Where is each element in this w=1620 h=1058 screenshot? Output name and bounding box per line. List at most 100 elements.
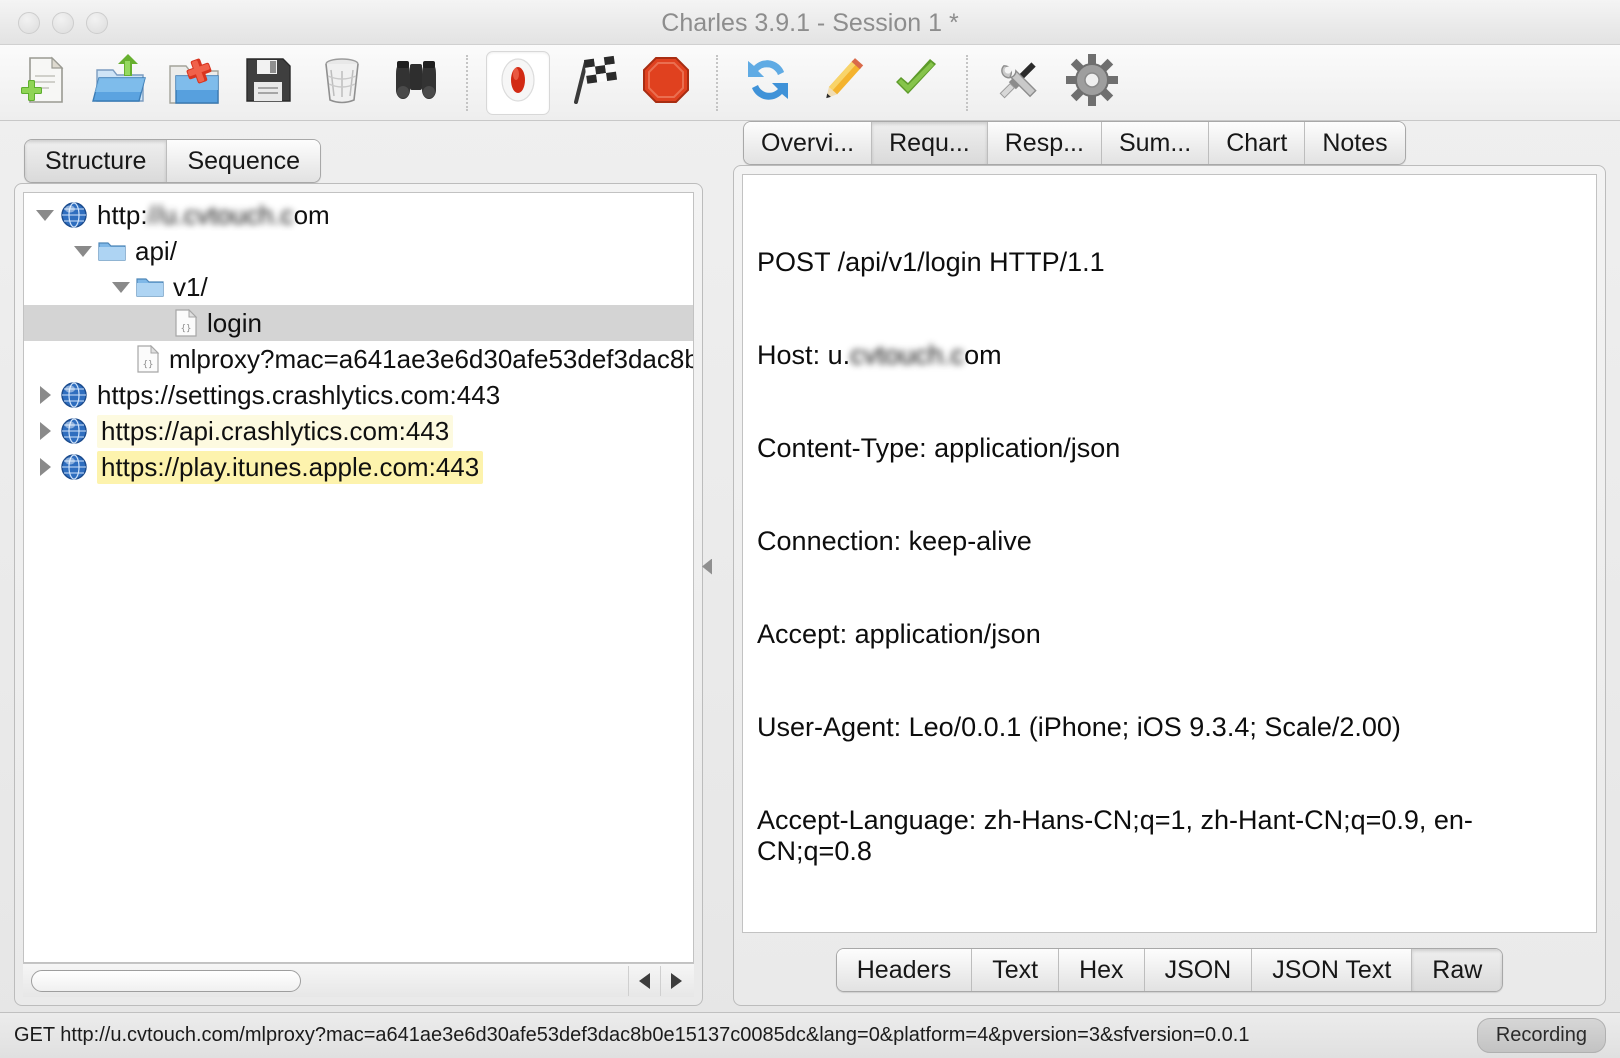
request-line: POST /api/v1/login HTTP/1.1 — [757, 247, 1105, 277]
tree-row[interactable]: {} mlproxy?mac=a641ae3e6d30afe53def3dac8… — [24, 341, 693, 377]
tools-button[interactable] — [986, 51, 1050, 115]
find-button[interactable] — [384, 51, 448, 115]
tree-row[interactable]: v1/ — [24, 269, 693, 305]
request-line: User-Agent: Leo/0.0.1 (iPhone; iOS 9.3.4… — [757, 712, 1401, 742]
tab-request[interactable]: Requ... — [872, 122, 988, 164]
pencil-icon — [814, 52, 870, 113]
tab-structure[interactable]: Structure — [25, 140, 168, 182]
json-file-icon: {} — [174, 309, 198, 337]
tree-row-label: http://u.cvtouch.com — [97, 199, 330, 230]
tab-json[interactable]: JSON — [1144, 949, 1253, 991]
compose-button[interactable] — [810, 51, 874, 115]
throttle-button[interactable] — [560, 51, 624, 115]
status-badge[interactable]: Recording — [1476, 1018, 1606, 1053]
disclosure-triangle[interactable] — [30, 458, 60, 476]
tab-text[interactable]: Text — [972, 949, 1060, 991]
tab-chart[interactable]: Chart — [1209, 122, 1306, 164]
body-format-segmented[interactable]: Headers Text Hex JSON JSON Text Raw — [835, 948, 1504, 992]
save-session-button[interactable] — [236, 51, 300, 115]
tree-row-label: https://settings.crashlytics.com:443 — [97, 379, 501, 410]
open-folder-icon — [92, 52, 148, 113]
pane-divider[interactable] — [692, 121, 722, 1012]
record-button[interactable] — [486, 50, 550, 115]
tree-row[interactable]: https://play.itunes.apple.com:443 — [24, 449, 693, 485]
globe-icon — [60, 417, 88, 445]
chevron-right-icon — [39, 422, 51, 440]
tab-summary[interactable]: Sum... — [1101, 122, 1210, 164]
tree-scroll-area[interactable]: http://u.cvtouch.com api/ v1/ {} login {… — [23, 192, 695, 963]
request-line: Connection: keep-alive — [757, 526, 1032, 556]
detail-panel: POST /api/v1/login HTTP/1.1 Host: u.cvto… — [733, 165, 1606, 1006]
tree-row-label: login — [207, 307, 262, 338]
globe-icon — [60, 453, 88, 481]
disclosure-triangle[interactable] — [30, 422, 60, 440]
tab-response[interactable]: Resp... — [987, 122, 1102, 164]
horizontal-scrollbar[interactable] — [23, 963, 695, 997]
chevron-down-icon — [36, 209, 54, 221]
tab-hex[interactable]: Hex — [1059, 949, 1145, 991]
structure-sequence-segmented[interactable]: Structure Sequence — [24, 139, 322, 183]
tree-row-label: https://api.crashlytics.com:443 — [97, 414, 454, 448]
new-document-icon — [18, 52, 74, 113]
divider-handle-icon[interactable] — [702, 558, 712, 575]
disclosure-triangle[interactable] — [30, 386, 60, 404]
tree-row[interactable]: https://api.crashlytics.com:443 — [24, 413, 693, 449]
json-file-icon: {} — [136, 345, 160, 373]
chevron-right-icon — [39, 458, 51, 476]
stop-sign-icon — [638, 52, 694, 113]
folder-icon — [98, 239, 126, 263]
disclosure-triangle[interactable] — [68, 245, 98, 257]
tab-json-text[interactable]: JSON Text — [1252, 949, 1413, 991]
tab-headers[interactable]: Headers — [836, 949, 973, 991]
tree-row[interactable]: api/ — [24, 233, 693, 269]
breakpoints-button[interactable] — [634, 51, 698, 115]
floppy-save-icon — [240, 52, 296, 113]
request-raw-text: POST /api/v1/login HTTP/1.1 Host: u.cvto… — [743, 175, 1596, 932]
repeat-button[interactable] — [736, 51, 800, 115]
right-pane: Overvi... Requ... Resp... Sum... Chart N… — [733, 121, 1606, 1006]
trash-icon — [314, 52, 370, 113]
window-title: Charles 3.9.1 - Session 1 * — [661, 9, 959, 37]
scrollbar-thumb[interactable] — [31, 969, 301, 992]
main-body: Structure Sequence http://u.cvtouch.com — [0, 121, 1620, 1012]
arrow-left-icon — [639, 972, 651, 989]
close-folder-icon — [166, 52, 222, 113]
svg-text:{}: {} — [181, 324, 192, 334]
tree-row[interactable]: https://settings.crashlytics.com:443 — [24, 377, 693, 413]
new-session-button[interactable] — [14, 51, 78, 115]
tab-raw[interactable]: Raw — [1412, 949, 1503, 991]
folder-icon — [136, 275, 164, 299]
tab-overview[interactable]: Overvi... — [744, 122, 873, 164]
tab-sequence[interactable]: Sequence — [167, 140, 321, 182]
charles-main-window: Charles 3.9.1 - Session 1 * Structure Se… — [0, 0, 1620, 1058]
tab-notes[interactable]: Notes — [1305, 122, 1405, 164]
open-session-button[interactable] — [88, 51, 152, 115]
disclosure-triangle[interactable] — [30, 209, 60, 221]
request-line: Accept-Language: zh-Hans-CN;q=1, zh-Hant… — [757, 805, 1473, 866]
close-session-button[interactable] — [162, 51, 226, 115]
toolbar-separator — [466, 54, 468, 111]
disclosure-triangle[interactable] — [106, 281, 136, 293]
scroll-right-button[interactable] — [660, 965, 692, 996]
refresh-arrows-icon — [740, 52, 796, 113]
globe-icon — [60, 381, 88, 409]
globe-icon — [60, 201, 88, 229]
green-check-icon — [888, 52, 944, 113]
checkered-flag-icon — [564, 52, 620, 113]
request-text-area[interactable]: POST /api/v1/login HTTP/1.1 Host: u.cvto… — [742, 174, 1597, 933]
svg-text:{}: {} — [143, 360, 154, 370]
tree-row-label: api/ — [135, 235, 177, 266]
clear-session-button[interactable] — [310, 51, 374, 115]
request-line-host: Host: u.cvtouch.com — [757, 340, 1002, 370]
gear-icon — [1064, 52, 1120, 113]
scroll-left-button[interactable] — [628, 965, 660, 996]
detail-tabs-segmented[interactable]: Overvi... Requ... Resp... Sum... Chart N… — [743, 121, 1406, 165]
validate-button[interactable] — [884, 51, 948, 115]
tree-row[interactable]: http://u.cvtouch.com — [24, 197, 693, 233]
status-bar: GET http://u.cvtouch.com/mlproxy?mac=a64… — [0, 1012, 1620, 1058]
left-pane-tabs: Structure Sequence — [14, 121, 703, 183]
settings-button[interactable] — [1060, 51, 1124, 115]
status-url: GET http://u.cvtouch.com/mlproxy?mac=a64… — [14, 1024, 1250, 1046]
tree-row-login[interactable]: {} login — [24, 305, 694, 341]
chevron-right-icon — [39, 386, 51, 404]
